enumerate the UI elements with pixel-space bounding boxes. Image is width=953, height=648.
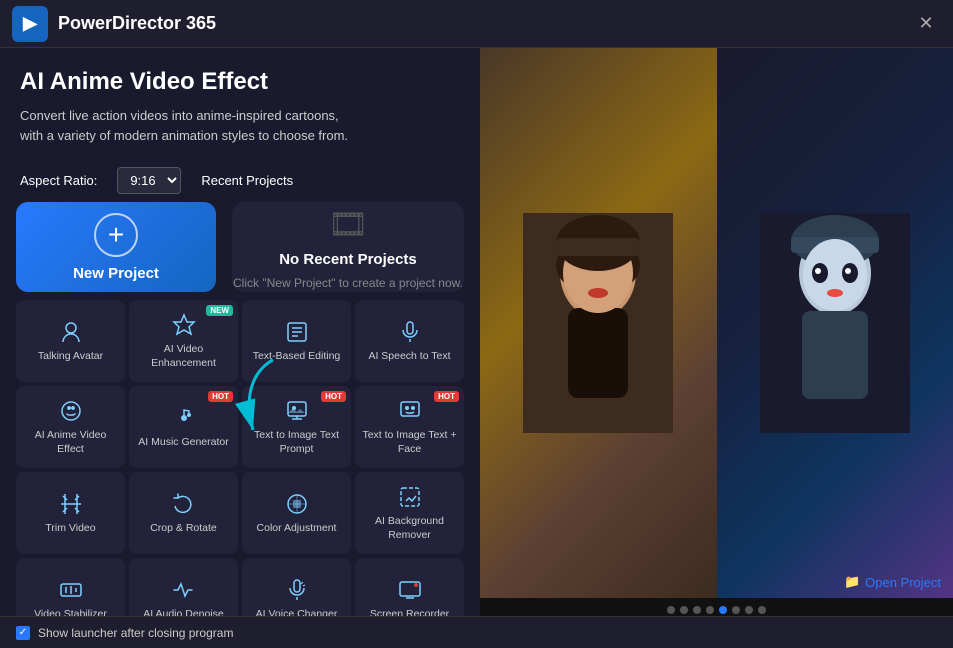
tool-label-trim-video: Trim Video [45, 522, 95, 536]
right-panel: 📁 Open Project [480, 48, 953, 648]
badge-ai-video-enhancement: NEW [206, 305, 233, 316]
tool-label-ai-background-remover: AI Background Remover [360, 515, 459, 542]
hero-images [480, 48, 953, 598]
tool-label-crop-rotate: Crop & Rotate [150, 522, 217, 536]
before-image-svg [523, 213, 673, 433]
tool-label-ai-speech-to-text: AI Speech to Text [368, 350, 450, 364]
tool-icon-ai-background-remover [398, 485, 422, 509]
tool-label-ai-video-enhancement: AI Video Enhancement [134, 343, 233, 370]
controls-row: Aspect Ratio: 9:16 16:9 1:1 4:3 Recent P… [0, 159, 480, 202]
tool-item-crop-rotate[interactable]: Crop & Rotate [129, 472, 238, 554]
image-dot-5[interactable] [732, 606, 740, 614]
tool-label-ai-anime-video-effect: AI Anime Video Effect [21, 429, 120, 456]
app-logo: ▶ [12, 6, 48, 42]
tools-grid: Talking Avatar NEW AI Video Enhancement … [0, 292, 480, 648]
left-panel: AI Anime Video Effect Convert live actio… [0, 48, 480, 648]
image-dot-7[interactable] [758, 606, 766, 614]
badge-text-to-image-face: HOT [434, 391, 459, 402]
recent-projects-label: Recent Projects [201, 173, 293, 188]
tool-icon-ai-anime-video-effect [59, 399, 83, 423]
tool-icon-ai-audio-denoise [172, 578, 196, 602]
tool-label-text-to-image-face: Text to Image Text + Face [360, 429, 459, 456]
image-dot-0[interactable] [667, 606, 675, 614]
tool-item-talking-avatar[interactable]: Talking Avatar [16, 300, 125, 382]
tool-label-ai-music-generator: AI Music Generator [138, 436, 228, 450]
title-left: ▶ PowerDirector 365 [12, 6, 216, 42]
new-project-label: New Project [73, 265, 159, 282]
tool-icon-ai-video-enhancement [172, 313, 196, 337]
close-button[interactable]: ✕ [911, 9, 941, 39]
tool-item-trim-video[interactable]: Trim Video [16, 472, 125, 554]
open-project-label: Open Project [865, 575, 941, 590]
tool-icon-trim-video [59, 492, 83, 516]
title-bar: ▶ PowerDirector 365 ✕ [0, 0, 953, 48]
tool-item-ai-music-generator[interactable]: HOT AI Music Generator [129, 386, 238, 468]
hero-description: Convert live action videos into anime-in… [20, 106, 360, 145]
tool-icon-crop-rotate [172, 492, 196, 516]
project-area: + New Project 🎞 No Recent Projects Click… [0, 202, 480, 292]
image-dot-1[interactable] [680, 606, 688, 614]
tool-label-color-adjustment: Color Adjustment [257, 522, 337, 536]
tool-label-text-to-image-prompt: Text to Image Text Prompt [247, 429, 346, 456]
tool-item-text-to-image-face[interactable]: HOT Text to Image Text + Face [355, 386, 464, 468]
tool-icon-color-adjustment [285, 492, 309, 516]
tool-item-ai-video-enhancement[interactable]: NEW AI Video Enhancement [129, 300, 238, 382]
no-recent-title: No Recent Projects [279, 251, 417, 268]
badge-ai-music-generator: HOT [208, 391, 233, 402]
recent-projects-area: 🎞 No Recent Projects Click "New Project"… [232, 202, 464, 292]
badge-text-to-image-prompt: HOT [321, 391, 346, 402]
no-recent-description: Click "New Project" to create a project … [233, 276, 463, 290]
image-dot-6[interactable] [745, 606, 753, 614]
tool-item-ai-anime-video-effect[interactable]: AI Anime Video Effect [16, 386, 125, 468]
tool-item-text-based-editing[interactable]: Text-Based Editing [242, 300, 351, 382]
tool-icon-ai-voice-changer [285, 578, 309, 602]
new-project-button[interactable]: + New Project [16, 202, 216, 292]
tool-icon-text-to-image-prompt [285, 399, 309, 423]
main-content: AI Anime Video Effect Convert live actio… [0, 48, 953, 648]
tool-icon-text-based-editing [285, 320, 309, 344]
after-image-svg [760, 213, 910, 433]
film-icon: 🎞 [328, 205, 369, 243]
tool-icon-ai-speech-to-text [398, 320, 422, 344]
tool-item-color-adjustment[interactable]: Color Adjustment [242, 472, 351, 554]
bottom-bar: ✓ Show launcher after closing program [0, 616, 953, 648]
aspect-ratio-label: Aspect Ratio: [20, 173, 97, 188]
app-title: PowerDirector 365 [58, 13, 216, 34]
tool-label-talking-avatar: Talking Avatar [38, 350, 103, 364]
tool-icon-screen-recorder [398, 578, 422, 602]
tool-icon-talking-avatar [59, 320, 83, 344]
tool-icon-text-to-image-face [398, 399, 422, 423]
tool-label-text-based-editing: Text-Based Editing [253, 350, 341, 364]
aspect-ratio-select[interactable]: 9:16 16:9 1:1 4:3 [117, 167, 181, 194]
image-dot-2[interactable] [693, 606, 701, 614]
new-project-plus-icon: + [94, 213, 138, 257]
tool-item-ai-background-remover[interactable]: AI Background Remover [355, 472, 464, 554]
tool-icon-video-stabilizer [59, 578, 83, 602]
tool-item-text-to-image-prompt[interactable]: HOT Text to Image Text Prompt [242, 386, 351, 468]
hero-image-right [717, 48, 953, 598]
image-dot-4[interactable] [719, 606, 727, 614]
tool-item-ai-speech-to-text[interactable]: AI Speech to Text [355, 300, 464, 382]
image-dot-3[interactable] [706, 606, 714, 614]
show-launcher-checkbox[interactable]: ✓ [16, 626, 30, 640]
show-launcher-label: Show launcher after closing program [38, 626, 233, 640]
hero-image-left [480, 48, 717, 598]
tool-icon-ai-music-generator [172, 406, 196, 430]
hero-area: AI Anime Video Effect Convert live actio… [0, 48, 480, 155]
hero-title: AI Anime Video Effect [20, 68, 460, 96]
open-project-button[interactable]: 📁 Open Project [844, 574, 941, 590]
